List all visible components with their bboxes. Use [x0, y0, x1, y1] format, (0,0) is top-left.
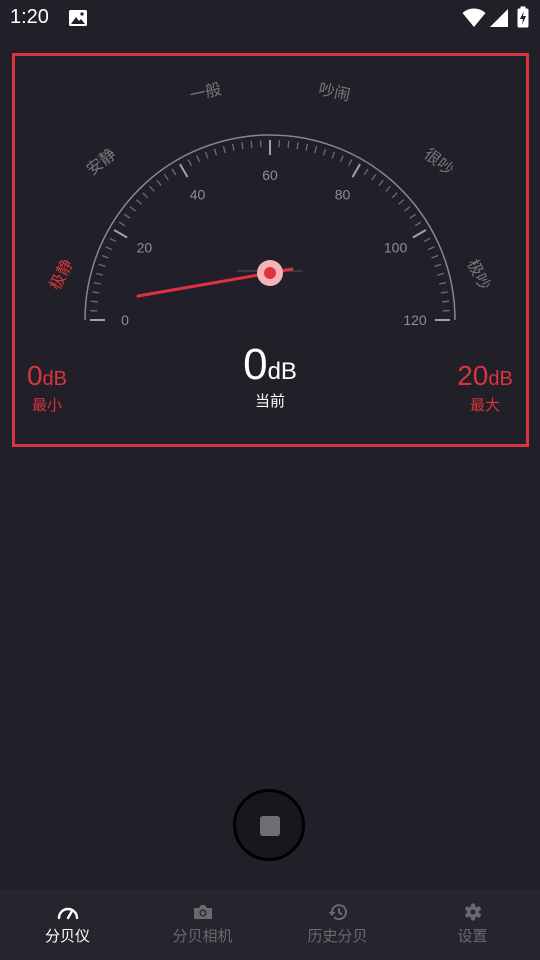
nav-item-settings[interactable]: 设置 — [405, 890, 540, 960]
status-time: 1:20 — [10, 6, 49, 28]
nav-item-history[interactable]: 历史分贝 — [270, 890, 405, 960]
nav-label-decibel-camera: 分贝相机 — [172, 927, 233, 945]
min-label: 最小 — [31, 396, 62, 414]
stop-button[interactable] — [233, 789, 305, 861]
stop-icon — [260, 816, 280, 836]
speedometer-icon — [57, 907, 78, 920]
history-icon — [328, 904, 347, 921]
gear-icon — [464, 903, 481, 921]
image-notification-icon — [69, 10, 87, 26]
nav-label-settings: 设置 — [457, 927, 488, 945]
nav-label-decibel-meter: 分贝仪 — [44, 927, 90, 945]
current-label: 当前 — [254, 392, 285, 410]
camera-icon — [193, 905, 212, 919]
bottom-nav: 分贝仪 分贝相机 历史分贝 设置 — [0, 890, 540, 960]
max-unit: dB — [488, 368, 513, 390]
nav-label-history: 历史分贝 — [307, 927, 368, 945]
status-bar: 1:20 — [0, 0, 540, 36]
max-value: 20 — [457, 360, 489, 391]
min-unit: dB — [42, 368, 68, 390]
min-reading: 0dB 最小 — [10, 360, 84, 415]
max-label: 最大 — [469, 396, 500, 414]
cell-signal-icon — [490, 9, 508, 27]
current-value: 0 — [243, 340, 268, 389]
max-reading: 20dB 最大 — [448, 360, 522, 415]
current-unit: dB — [267, 358, 297, 385]
nav-item-decibel-camera[interactable]: 分贝相机 — [135, 890, 270, 960]
battery-charging-icon — [517, 6, 529, 28]
wifi-icon — [462, 8, 486, 27]
nav-item-decibel-meter[interactable]: 分贝仪 — [0, 890, 135, 960]
current-reading: 0dB 当前 — [200, 340, 340, 411]
min-value: 0 — [26, 360, 43, 391]
